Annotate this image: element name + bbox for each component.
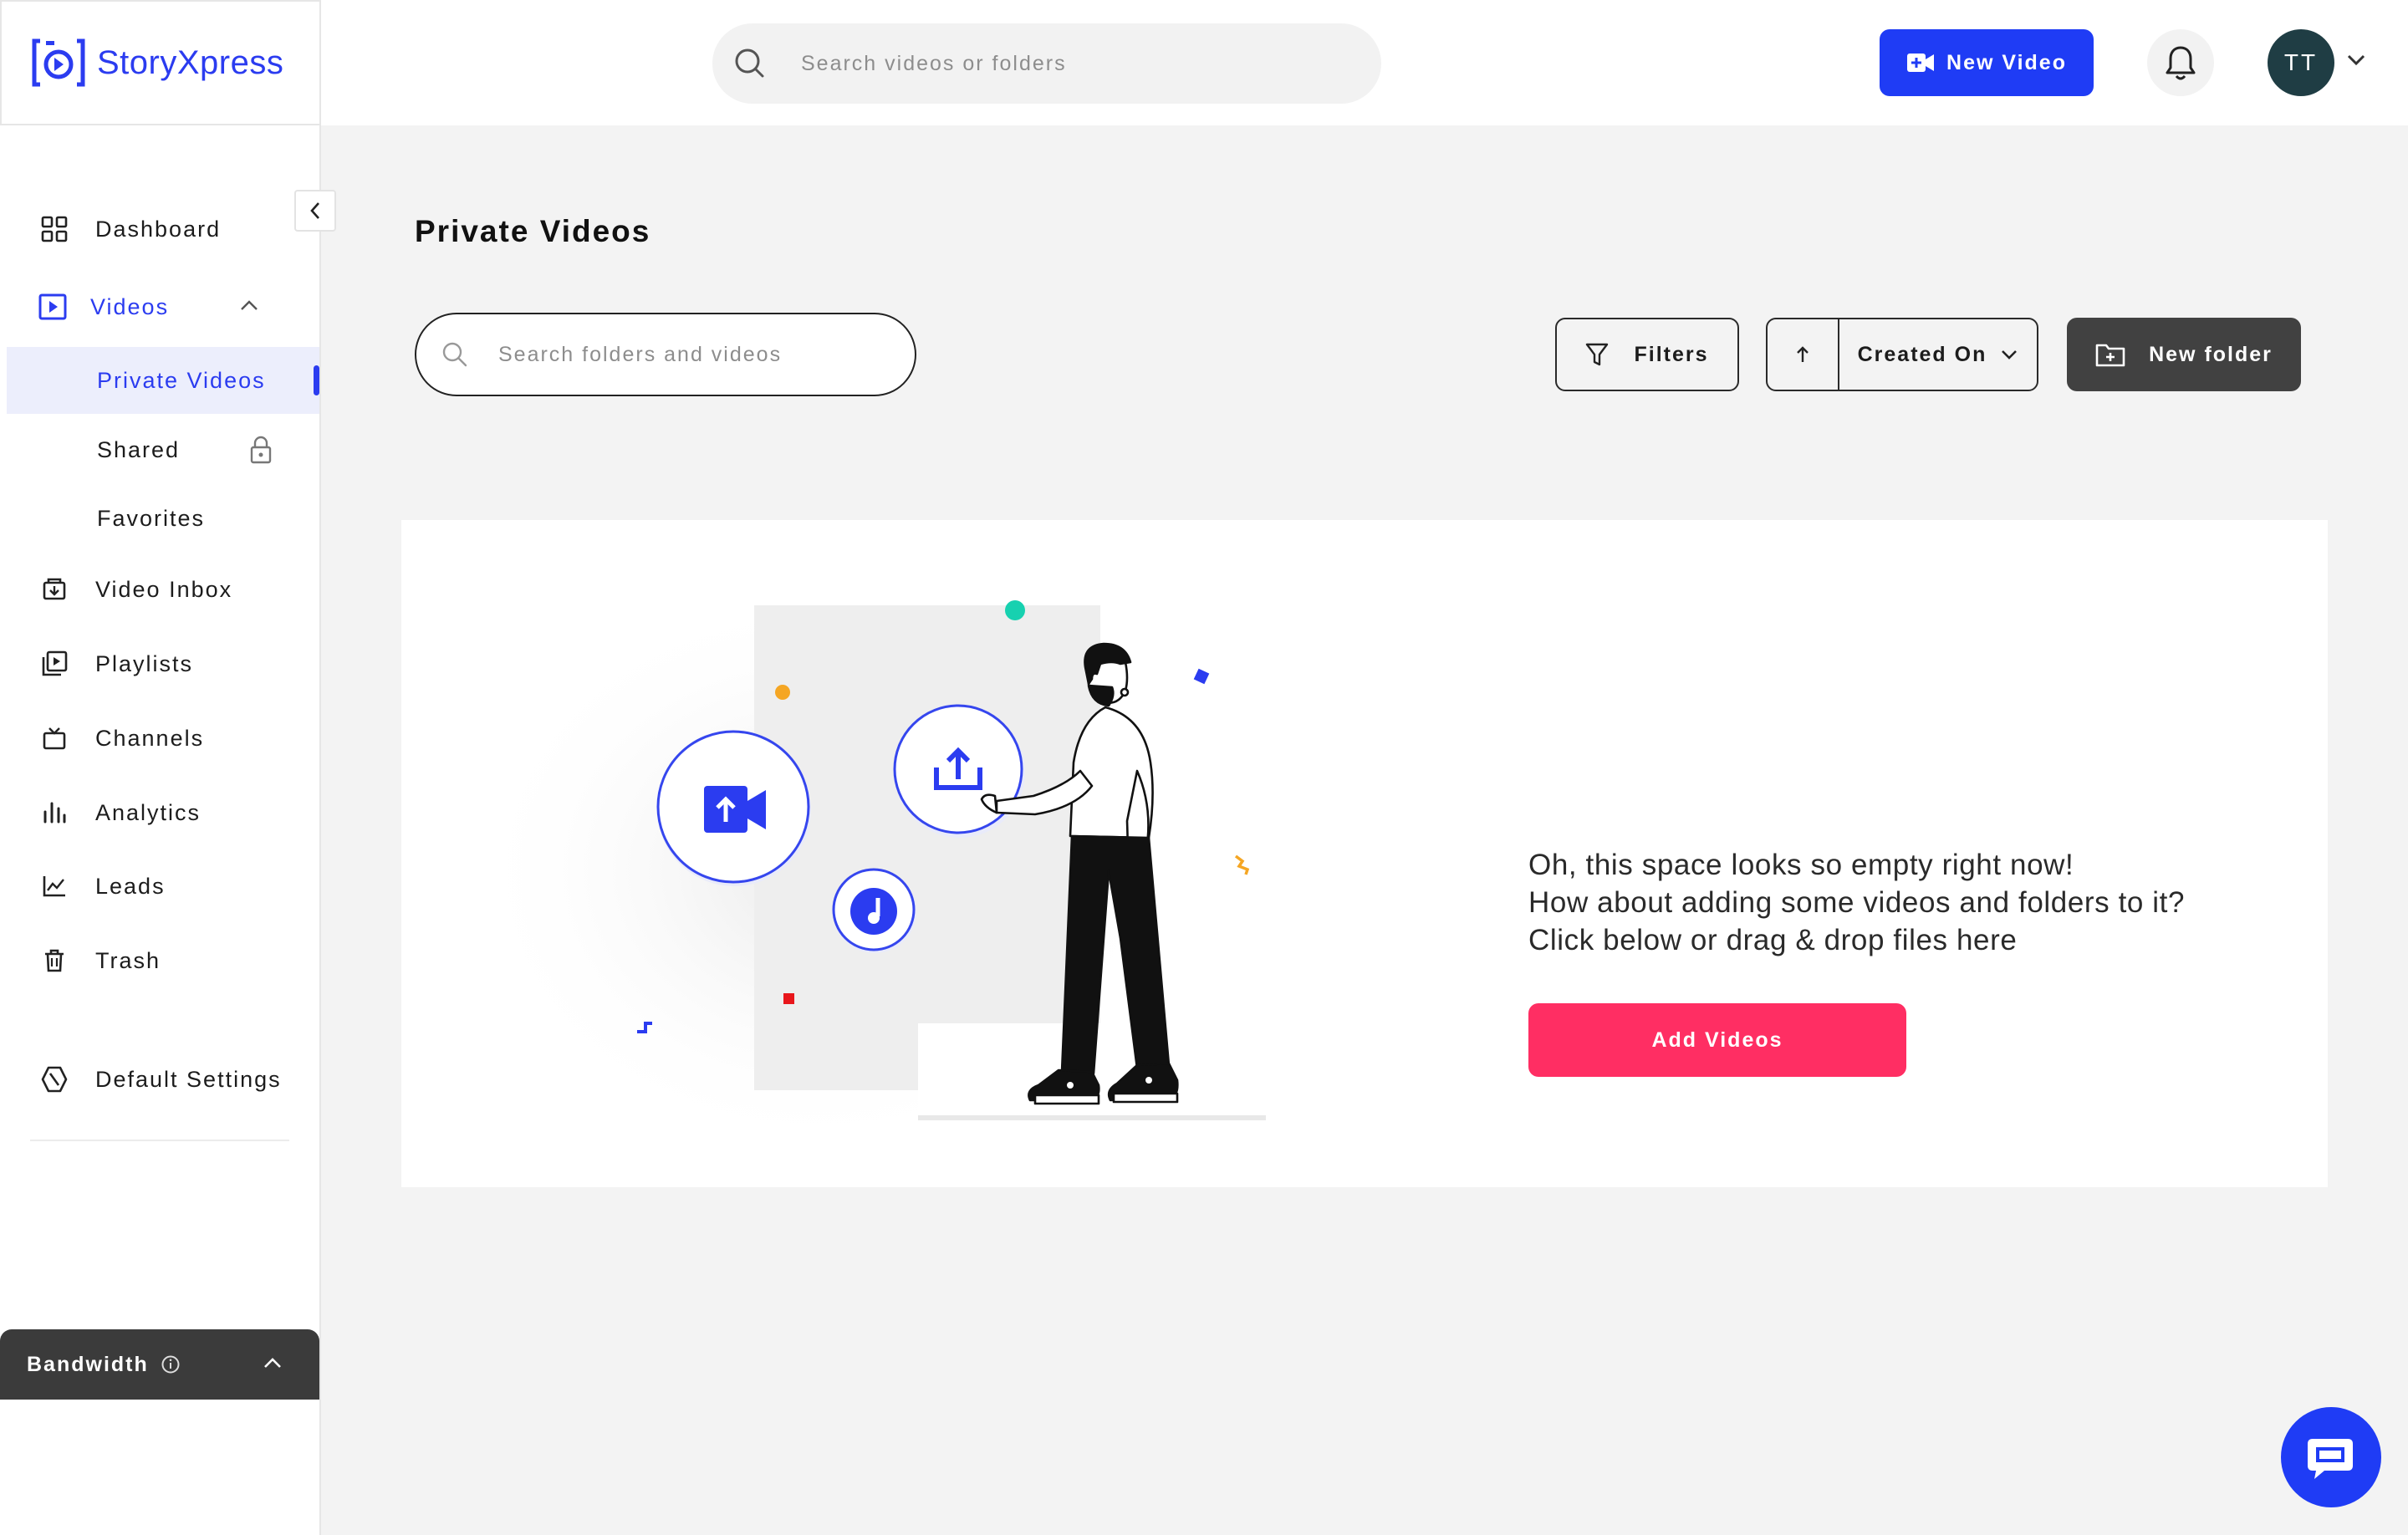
- collapse-sidebar-button[interactable]: [294, 190, 336, 232]
- sidebar-item-default-settings[interactable]: Default Settings: [0, 1046, 319, 1113]
- empty-state-message: Oh, this space looks so empty right now!…: [1528, 846, 2185, 959]
- sidebar-divider: [30, 1140, 289, 1141]
- chat-support-button[interactable]: [2281, 1407, 2381, 1507]
- chevron-down-icon: [2000, 349, 2018, 360]
- sidebar-item-label: Default Settings: [95, 1066, 282, 1092]
- new-folder-label: New folder: [2149, 342, 2273, 366]
- global-search[interactable]: [712, 23, 1381, 104]
- new-folder-button[interactable]: New folder: [2067, 318, 2301, 391]
- camera-icon: [1906, 52, 1935, 74]
- chevron-down-icon[interactable]: [2346, 54, 2366, 67]
- notifications-button[interactable]: [2147, 29, 2214, 96]
- folder-search[interactable]: [415, 313, 916, 396]
- video-play-icon: [38, 293, 67, 321]
- settings-icon: [40, 1065, 69, 1094]
- top-bar: StoryXpress New Video TT: [0, 0, 2408, 125]
- filter-icon: [1585, 342, 1609, 367]
- sidebar-item-label: Channels: [95, 725, 205, 751]
- trash-icon: [40, 946, 69, 975]
- info-icon[interactable]: [161, 1354, 181, 1374]
- storyxpress-logo-icon: [32, 38, 85, 88]
- avatar-initials: TT: [2283, 49, 2319, 75]
- empty-state-line: How about adding some videos and folders…: [1528, 886, 2186, 919]
- playlist-icon: [40, 650, 69, 678]
- sidebar-item-shared[interactable]: Shared: [0, 416, 319, 483]
- chevron-left-icon: [309, 201, 322, 220]
- sidebar-item-label: Shared: [97, 436, 181, 462]
- lock-icon: [249, 435, 273, 465]
- sidebar-item-leads[interactable]: Leads: [0, 853, 319, 920]
- sidebar-item-label: Videos: [90, 293, 170, 319]
- sidebar-item-label: Analytics: [95, 799, 202, 825]
- empty-state-illustration: [468, 587, 1266, 1155]
- tv-icon: [40, 724, 69, 752]
- folder-search-input[interactable]: [498, 342, 900, 367]
- empty-state-line: Oh, this space looks so empty right now!: [1528, 849, 2074, 881]
- sidebar-item-label: Private Videos: [97, 367, 266, 393]
- line-chart-icon: [40, 872, 69, 900]
- sidebar-item-channels[interactable]: Channels: [0, 705, 319, 772]
- global-search-input[interactable]: [801, 51, 1303, 76]
- bandwidth-label: Bandwidth: [27, 1352, 149, 1376]
- brand-name: StoryXpress: [97, 43, 284, 81]
- bandwidth-panel-toggle[interactable]: Bandwidth: [0, 1329, 319, 1400]
- sidebar-item-label: Leads: [95, 873, 166, 899]
- empty-state-line: Click below or drag & drop files here: [1528, 924, 2018, 956]
- sort-control: Created On: [1766, 318, 2038, 391]
- chevron-up-icon: [263, 1356, 283, 1369]
- sidebar-item-playlists[interactable]: Playlists: [0, 630, 319, 697]
- chat-bubble-icon: [2304, 1432, 2358, 1482]
- sidebar-item-dashboard[interactable]: Dashboard: [0, 196, 319, 263]
- page-title: Private Videos: [415, 214, 651, 248]
- filters-label: Filters: [1634, 342, 1709, 366]
- sidebar-item-label: Favorites: [97, 505, 206, 531]
- empty-state-card: Oh, this space looks so empty right now!…: [401, 520, 2328, 1187]
- sidebar-item-analytics[interactable]: Analytics: [0, 779, 319, 846]
- bar-chart-icon: [40, 798, 69, 827]
- sidebar-item-videos[interactable]: Videos: [0, 273, 319, 340]
- sidebar-item-trash[interactable]: Trash: [0, 927, 319, 994]
- sidebar-item-label: Playlists: [95, 650, 194, 676]
- sidebar-item-label: Video Inbox: [95, 576, 233, 602]
- arrow-up-icon: [1794, 344, 1811, 365]
- sidebar-item-label: Dashboard: [95, 216, 222, 242]
- sort-direction-button[interactable]: [1768, 319, 1839, 390]
- search-icon: [441, 341, 468, 368]
- sidebar: Dashboard Videos Private Videos Shared F…: [0, 125, 321, 1535]
- logo[interactable]: StoryXpress: [0, 0, 321, 125]
- filters-button[interactable]: Filters: [1555, 318, 1739, 391]
- sidebar-item-private-videos[interactable]: Private Videos: [7, 347, 319, 414]
- search-icon: [732, 46, 768, 81]
- sort-field-dropdown[interactable]: Created On: [1839, 343, 2037, 367]
- grid-icon: [40, 215, 69, 243]
- new-video-button[interactable]: New Video: [1880, 29, 2094, 96]
- sort-field-label: Created On: [1857, 342, 1987, 366]
- sidebar-item-label: Trash: [95, 947, 161, 973]
- chevron-up-icon: [239, 298, 259, 312]
- inbox-icon: [40, 575, 69, 604]
- add-videos-button[interactable]: Add Videos: [1528, 1003, 1906, 1077]
- folder-add-icon: [2095, 342, 2125, 367]
- avatar[interactable]: TT: [2268, 29, 2334, 96]
- sidebar-item-video-inbox[interactable]: Video Inbox: [0, 556, 319, 623]
- bell-icon: [2166, 44, 2196, 81]
- new-video-label: New Video: [1946, 50, 2067, 74]
- sidebar-item-favorites[interactable]: Favorites: [0, 485, 319, 552]
